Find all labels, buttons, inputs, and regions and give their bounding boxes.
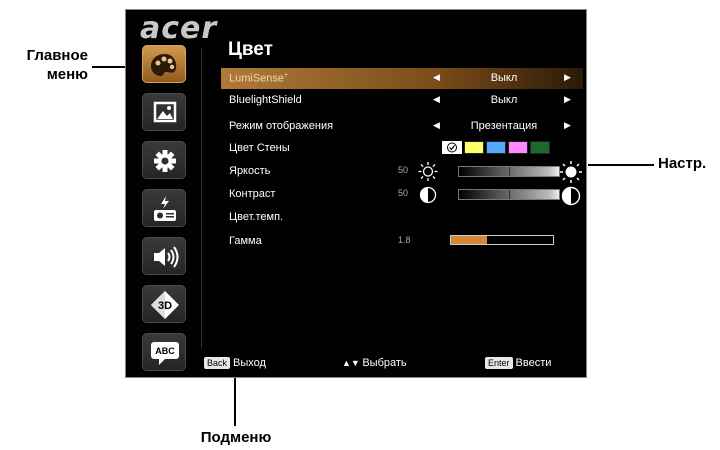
- osd-screen: acer 3D ABC Цвет LumiSense+ ◀ Выкл ▶ Blu…: [125, 9, 587, 378]
- footer-back[interactable]: Back Выход: [204, 357, 266, 371]
- enter-key: Enter: [485, 357, 513, 369]
- menu-color-button[interactable]: [142, 45, 186, 83]
- language-icon: ABC: [151, 342, 179, 365]
- menu-settings-button[interactable]: [142, 141, 186, 179]
- swatch-off[interactable]: [442, 141, 462, 154]
- footer-enter[interactable]: Enter Ввести: [485, 357, 551, 371]
- menu-divider: [201, 48, 202, 348]
- row-value: Выкл: [490, 94, 518, 106]
- 3d-icon: 3D: [151, 291, 179, 319]
- adjust-pointer-line: [588, 164, 654, 166]
- row-label: Цвет Стены: [229, 142, 290, 154]
- swatch-pink[interactable]: [508, 141, 528, 154]
- gamma-fill: [451, 236, 487, 244]
- row-gamma[interactable]: Гамма 1.8: [221, 231, 583, 252]
- sun-bright-icon: [560, 161, 582, 183]
- enter-label: Ввести: [515, 357, 552, 369]
- row-brightness[interactable]: Яркость 50: [221, 161, 583, 182]
- row-contrast[interactable]: Контраст 50: [221, 184, 583, 205]
- contrast-icon: [419, 186, 437, 204]
- left-arrow-icon[interactable]: ◀: [433, 94, 440, 105]
- main-menu-sidebar: 3D ABC: [142, 45, 190, 377]
- gear-icon: [154, 150, 176, 172]
- check-icon: [447, 142, 457, 153]
- row-label: LumiSense+: [229, 72, 289, 85]
- menu-language-button[interactable]: ABC: [142, 333, 186, 371]
- row-label: Яркость: [229, 165, 271, 177]
- 3d-badge: 3D: [158, 300, 172, 312]
- up-down-arrows-icon: ▲▼: [342, 358, 363, 368]
- row-wall-color[interactable]: Цвет Стены: [221, 138, 583, 159]
- swatch-yellow[interactable]: [464, 141, 484, 154]
- row-label: Режим отображения: [229, 120, 334, 132]
- main-menu-callout: Главное меню: [26, 47, 88, 83]
- right-arrow-icon[interactable]: ▶: [564, 120, 571, 131]
- contrast-slider[interactable]: [458, 189, 560, 200]
- row-color-temp[interactable]: Цвет.темп.: [221, 207, 583, 228]
- row-bluelightshield[interactable]: BluelightShield ◀ Выкл ▶: [221, 90, 583, 111]
- row-value: Выкл: [490, 72, 518, 84]
- brightness-slider[interactable]: [458, 166, 560, 177]
- menu-3d-button[interactable]: 3D: [142, 285, 186, 323]
- menu-audio-button[interactable]: [142, 237, 186, 275]
- acer-logo: acer: [140, 11, 218, 46]
- language-badge: ABC: [155, 346, 175, 356]
- power-management-icon: [154, 196, 176, 221]
- row-label: Гамма: [229, 235, 262, 247]
- contrast-high-icon: [561, 186, 581, 206]
- gamma-slider[interactable]: [450, 235, 554, 245]
- palette-icon: [151, 54, 177, 76]
- row-value: Презентация: [470, 120, 538, 132]
- menu-management-button[interactable]: [142, 189, 186, 227]
- adjust-callout: Настр.: [658, 155, 707, 172]
- left-arrow-icon[interactable]: ◀: [433, 72, 440, 83]
- back-key: Back: [204, 357, 231, 369]
- swatch-green[interactable]: [530, 141, 550, 154]
- contrast-value: 50: [398, 188, 409, 198]
- row-label: Цвет.темп.: [229, 211, 284, 223]
- submenu-title: Цвет: [228, 39, 273, 60]
- gamma-value: 1.8: [398, 235, 411, 245]
- row-label: BluelightShield: [229, 94, 302, 106]
- submenu-callout: Подменю: [200, 429, 272, 446]
- picture-icon: [153, 101, 177, 123]
- right-arrow-icon[interactable]: ▶: [564, 94, 571, 105]
- select-label: Выбрать: [362, 357, 407, 369]
- speaker-icon: [154, 246, 179, 268]
- wall-color-swatches: [442, 141, 550, 154]
- swatch-blue[interactable]: [486, 141, 506, 154]
- sun-dim-icon: [418, 162, 438, 181]
- brightness-value: 50: [398, 165, 409, 175]
- back-label: Выход: [233, 357, 266, 369]
- row-lumisense[interactable]: LumiSense+ ◀ Выкл ▶: [221, 68, 583, 89]
- left-arrow-icon[interactable]: ◀: [433, 120, 440, 131]
- row-label: Контраст: [229, 188, 276, 200]
- right-arrow-icon[interactable]: ▶: [564, 72, 571, 83]
- footer-select[interactable]: ▲▼ Выбрать: [342, 357, 407, 371]
- menu-image-button[interactable]: [142, 93, 186, 131]
- row-display-mode[interactable]: Режим отображения ◀ Презентация ▶: [221, 116, 583, 137]
